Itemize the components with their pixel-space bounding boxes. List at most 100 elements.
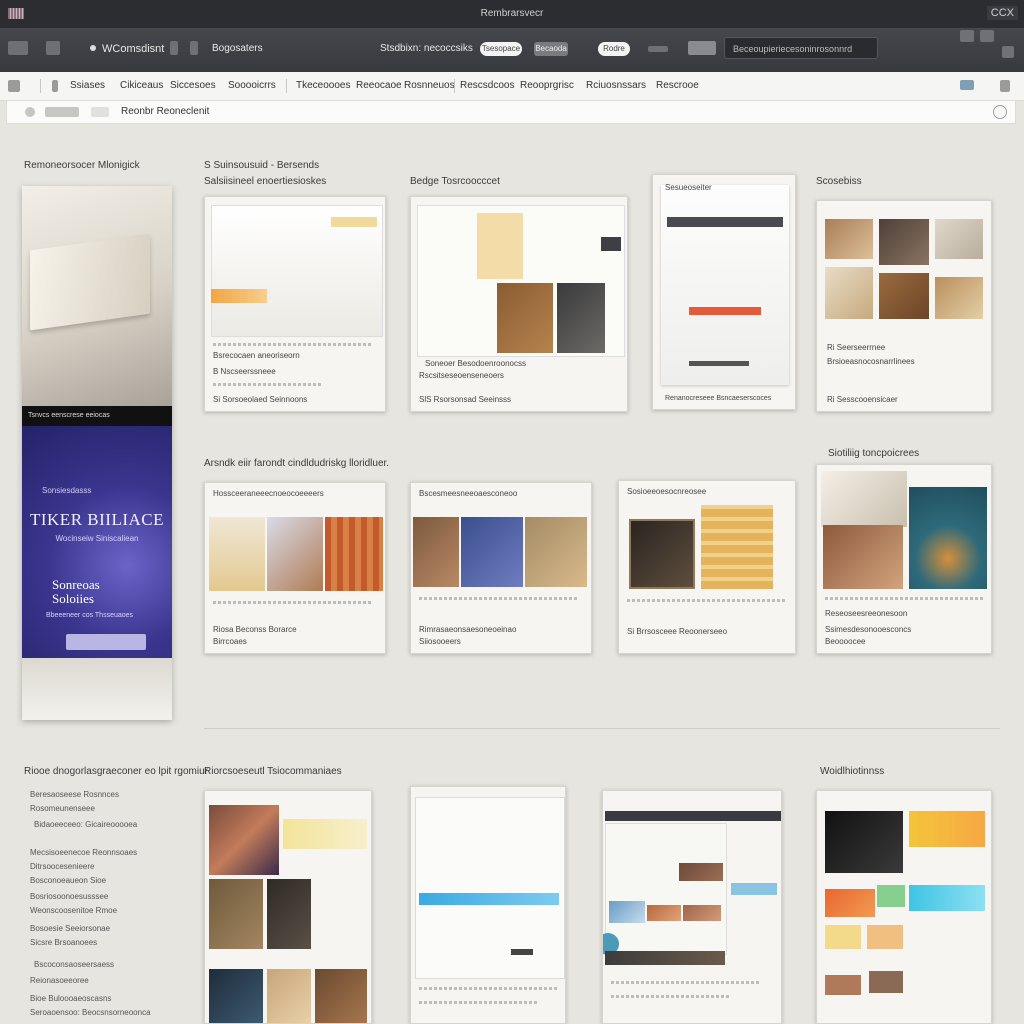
dot-icon xyxy=(90,45,96,51)
toolbar-button[interactable]: Becaoda xyxy=(534,42,568,56)
result-card[interactable]: Hossceeraneeecnoeocoeeeers Riosa Beconss… xyxy=(204,482,386,654)
restore-icon[interactable] xyxy=(980,30,994,42)
menu-item[interactable]: Reooprgrisc xyxy=(520,80,574,91)
result-card[interactable] xyxy=(602,790,782,1024)
menu-item[interactable]: Sooooicrrs xyxy=(228,80,276,91)
refresh-icon[interactable] xyxy=(91,107,109,117)
home-icon[interactable] xyxy=(8,80,20,92)
menu-item[interactable]: Rciuosnssars xyxy=(586,80,646,91)
list-item[interactable]: Bosriosoonoesusssee xyxy=(30,892,108,901)
result-card[interactable]: Ri Seerseerrnee Brsioeasnocosnarrlinees … xyxy=(816,200,992,412)
view-toggle-icon[interactable] xyxy=(688,41,716,55)
result-card[interactable] xyxy=(204,790,372,1024)
card-caption: Si Sorsoeolaed Seinnoons xyxy=(213,395,308,404)
menu-item[interactable]: Siccesoes xyxy=(170,80,216,91)
thumbnail-highlight xyxy=(331,217,377,227)
list-item[interactable]: Bidaoeeceeo: Gicaireooooea xyxy=(34,820,137,829)
settings-icon[interactable] xyxy=(1002,46,1014,58)
result-card[interactable] xyxy=(816,790,992,1024)
result-card[interactable]: Reseoseesreeonesoon Ssimesdesonooesconcs… xyxy=(816,464,992,654)
list-item[interactable]: Beresaoseese Rosnnces xyxy=(30,790,119,799)
thumbnail-highlight xyxy=(211,289,267,303)
list-item[interactable]: Bosconoeaueon Sioe xyxy=(30,876,106,885)
card-caption: Beoooocee xyxy=(825,637,866,646)
result-card[interactable]: Sesueoseiter Renanocreseee Bsncaeserscoc… xyxy=(652,174,796,410)
thumbnail-image xyxy=(825,267,873,319)
menu-divider xyxy=(454,79,455,93)
thumbnail-highlight xyxy=(283,819,367,849)
hero-note: Bbeeeneer cos Thsseuaoes xyxy=(46,612,134,619)
card-caption: SlS Rsorsonsad Seeinsss xyxy=(419,395,512,404)
list-item[interactable]: Weonscoosenitoe Rmoe xyxy=(30,906,117,915)
brand-label[interactable]: WComsdisnt xyxy=(102,43,164,55)
menu-divider xyxy=(40,79,41,93)
menu-item[interactable]: Ssiases xyxy=(70,80,105,91)
toolbar-pill-button-2[interactable]: Rodre xyxy=(598,42,630,56)
card-caption: Reseoseesreeonesoon xyxy=(825,609,908,618)
thumbnail-header xyxy=(667,217,783,227)
result-card[interactable]: Bsrecocaen aneoriseorn B Nscseerssneee S… xyxy=(204,196,386,412)
card-caption: Birrcoaes xyxy=(213,637,247,646)
text-line xyxy=(627,599,787,602)
list-item[interactable]: Bscoconsaoseersaess xyxy=(34,960,114,969)
card-caption: Hossceeraneeecnoeocoeeeers xyxy=(213,489,324,498)
list-item[interactable]: Seroaoensoo: Beocsnsorneoonca xyxy=(30,1008,151,1017)
text-line xyxy=(213,383,323,386)
card-caption: B Nscseerssneee xyxy=(213,367,276,376)
list-item[interactable]: Reionasoeeoree xyxy=(30,976,89,985)
result-card[interactable]: Sosioeeoesocnreosee Si Brrsosceee Reoone… xyxy=(618,480,796,654)
list-item[interactable]: Mecsisoeenecoe Reonnsoaes xyxy=(30,848,137,857)
list-item[interactable]: Bosoesie Seeiorsonae xyxy=(30,924,110,933)
search-input[interactable]: Beceoupieriecesoninrosonnrd xyxy=(724,37,878,59)
address-bar[interactable]: Reonbr Reoneclenit xyxy=(6,100,1016,124)
section-heading: Riorcsoeseutl Tsiocommaniaes xyxy=(204,766,342,777)
window-icon[interactable] xyxy=(960,30,974,42)
thumbnail-image xyxy=(879,273,929,319)
grid-icon[interactable] xyxy=(190,41,198,55)
sort-icon[interactable] xyxy=(648,46,668,52)
toolbar-pill-button[interactable]: Tsesopace xyxy=(480,42,522,56)
card-caption: Ssimesdesonooesconcs xyxy=(825,625,912,634)
thumbnail-image xyxy=(557,283,605,353)
more-icon[interactable] xyxy=(1000,80,1010,92)
result-card[interactable]: Soneoer Besodoenroonocss Rscsitseseoense… xyxy=(410,196,628,412)
card-thumbnail xyxy=(661,185,789,385)
thumbnail-image xyxy=(869,971,903,993)
card-caption: Si Brrsosceee Reoonerseeo xyxy=(627,627,728,636)
menu-item[interactable]: Rescsdcoos xyxy=(460,80,514,91)
card-caption: Riosa Beconss Borarce xyxy=(213,625,297,634)
list-item[interactable]: Ditrsoocesenieere xyxy=(30,862,94,871)
list-item[interactable]: Rosomeunenseee xyxy=(30,804,95,813)
filter-icon[interactable] xyxy=(170,41,178,55)
menu-item[interactable]: Cikiceaus xyxy=(120,80,163,91)
back-icon[interactable] xyxy=(8,41,28,55)
menu-item[interactable]: Tkeceoooes xyxy=(296,80,350,91)
featured-banner[interactable]: Tsnvcs eenscrese eeiocas Sonsiesdasss TI… xyxy=(22,186,172,720)
hero-body: Sonreoas Soloiies xyxy=(52,577,100,606)
thumbnail-header xyxy=(605,811,781,821)
result-card[interactable] xyxy=(410,786,566,1024)
result-card[interactable]: Bscesmeesneeoaesconeoo Rimrasaeonsaesone… xyxy=(410,482,592,654)
thumbnail-image xyxy=(325,517,383,591)
thumbnail-image xyxy=(209,879,263,949)
menu-item[interactable]: Reeocaoe xyxy=(356,80,402,91)
chat-icon[interactable] xyxy=(960,80,974,90)
hero-button[interactable] xyxy=(66,634,146,650)
card-caption: Brsioeasnocosnarrlinees xyxy=(827,357,915,366)
card-caption: Soneoer Besodoenroonocss xyxy=(425,359,526,368)
forward-icon[interactable] xyxy=(45,107,79,117)
list-item[interactable]: Bioe Buloooaeoscasns xyxy=(30,994,111,1003)
reload-icon[interactable] xyxy=(993,105,1007,119)
menu-item[interactable]: Rosnneuos xyxy=(404,80,455,91)
menu-icon[interactable] xyxy=(46,41,60,55)
list-item[interactable]: Sicsre Brsoanoees xyxy=(30,938,97,947)
back-icon[interactable] xyxy=(25,107,35,117)
toolbar-center-label[interactable]: Stsdbixn: necoccsiks xyxy=(380,43,473,54)
menu-item[interactable]: Rescrooe xyxy=(656,80,699,91)
thumbnail-image xyxy=(823,525,903,589)
address-text[interactable]: Reonbr Reoneclenit xyxy=(121,106,209,117)
toolbar-item[interactable]: Bogosaters xyxy=(212,43,263,54)
pin-icon[interactable] xyxy=(52,80,58,92)
window-control-button[interactable]: CCX xyxy=(986,6,1018,20)
card-caption: Siiosooeers xyxy=(419,637,461,646)
